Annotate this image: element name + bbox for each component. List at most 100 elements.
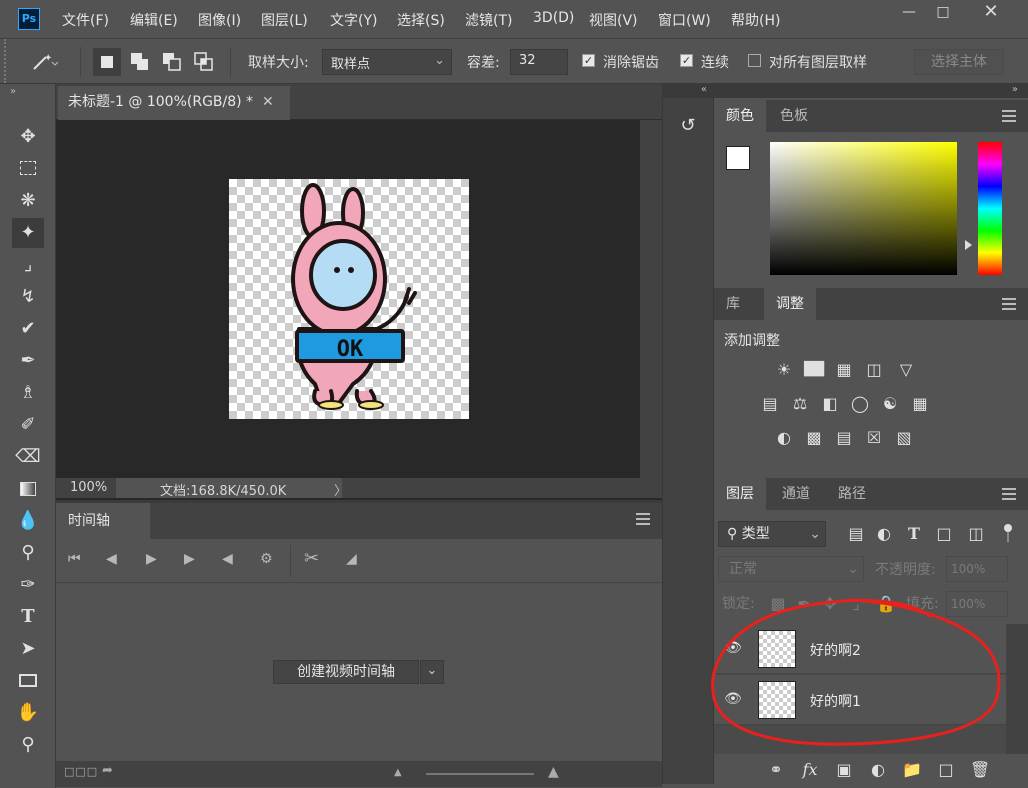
restore-icon[interactable]: □ xyxy=(926,0,960,26)
menu-view[interactable]: 视图(V) xyxy=(589,10,638,30)
curves-icon[interactable]: ▦ xyxy=(834,360,854,380)
vertical-scrollbar[interactable] xyxy=(640,120,662,478)
canvas[interactable]: OK xyxy=(229,179,469,419)
brush-tool-icon[interactable]: ✒ xyxy=(12,346,44,376)
settings-gear-icon[interactable]: ⚙ xyxy=(260,551,273,567)
tab-timeline[interactable]: 时间轴 xyxy=(56,503,150,539)
filter-adjustment-icon[interactable]: ◐ xyxy=(874,524,894,544)
filter-pixel-icon[interactable]: ▤ xyxy=(846,524,866,544)
zoom-slider[interactable] xyxy=(426,773,534,775)
document-tab[interactable]: 未标题-1 @ 100%(RGB/8) * ✕ xyxy=(58,86,290,120)
blend-mode-select[interactable]: 正常 ⌄ xyxy=(718,556,864,582)
vibrance-icon[interactable]: ▽ xyxy=(896,360,916,380)
scissors-icon[interactable]: ✂ xyxy=(304,548,319,569)
eraser-tool-icon[interactable]: ⌫ xyxy=(12,442,44,472)
tab-paths[interactable]: 路径 xyxy=(826,478,878,510)
add-mask-icon[interactable]: ▣ xyxy=(834,760,854,780)
tab-color[interactable]: 颜色 xyxy=(714,100,766,132)
tab-layers[interactable]: 图层 xyxy=(714,478,766,510)
all-layers-checkbox[interactable] xyxy=(748,54,761,67)
panel-menu-icon[interactable] xyxy=(1002,298,1016,310)
gradient-map-icon[interactable]: ▧ xyxy=(894,428,914,448)
new-selection-button[interactable] xyxy=(93,48,121,76)
menu-layer[interactable]: 图层(L) xyxy=(261,10,308,30)
collapse-icon[interactable]: « xyxy=(663,84,713,98)
invert-icon[interactable]: ◐ xyxy=(774,428,794,448)
magic-wand-tool-icon[interactable]: ✦ xyxy=(12,218,44,248)
first-frame-icon[interactable]: ⏮ xyxy=(68,551,81,567)
sample-size-select[interactable]: 取样点 ⌄ xyxy=(322,49,452,75)
new-adjustment-layer-icon[interactable]: ◐ xyxy=(868,760,888,780)
photo-filter-icon[interactable]: ◯ xyxy=(850,394,870,414)
pen-tool-icon[interactable]: ✑ xyxy=(12,570,44,600)
tab-channels[interactable]: 通道 xyxy=(770,478,822,510)
blur-tool-icon[interactable]: 💧 xyxy=(12,506,44,536)
fx-icon[interactable]: fx xyxy=(800,760,820,780)
link-layers-icon[interactable]: ⚭ xyxy=(766,760,786,780)
select-subject-button[interactable]: 选择主体 xyxy=(914,49,1004,75)
chevron-right-icon[interactable]: 〉 xyxy=(334,480,347,499)
history-brush-tool-icon[interactable]: ✐ xyxy=(12,410,44,440)
zoom-in-mountain-icon[interactable]: ▲ xyxy=(548,764,559,780)
menu-filter[interactable]: 滤镜(T) xyxy=(465,10,512,30)
color-field[interactable] xyxy=(770,142,957,275)
hand-tool-icon[interactable]: ✋ xyxy=(12,698,44,728)
menu-window[interactable]: 窗口(W) xyxy=(658,10,711,30)
menu-select[interactable]: 选择(S) xyxy=(397,10,445,30)
color-lookup-icon[interactable]: ▦ xyxy=(910,394,930,414)
marquee-tool-icon[interactable] xyxy=(12,154,44,184)
create-video-timeline-button[interactable]: 创建视频时间轴 xyxy=(273,660,419,684)
type-tool-icon[interactable]: T xyxy=(12,602,44,632)
color-balance-icon[interactable]: ⚖ xyxy=(790,394,810,414)
filter-type-icon[interactable]: T xyxy=(904,524,924,544)
minimize-icon[interactable]: — xyxy=(892,0,926,26)
threshold-icon[interactable]: ▤ xyxy=(834,428,854,448)
subtract-from-selection-icon[interactable] xyxy=(162,52,182,72)
menu-3d[interactable]: 3D(D) xyxy=(533,10,574,26)
play-icon[interactable]: ▶ xyxy=(146,551,157,567)
hue-slider[interactable] xyxy=(978,142,1002,275)
close-icon[interactable]: ✕ xyxy=(974,0,1008,26)
close-tab-icon[interactable]: ✕ xyxy=(262,86,274,118)
collapse-icon[interactable]: » xyxy=(714,84,1028,98)
menu-file[interactable]: 文件(F) xyxy=(62,10,109,30)
tab-libraries[interactable]: 库 xyxy=(714,288,752,320)
zoom-out-mountain-icon[interactable]: ▲ xyxy=(394,767,402,778)
next-frame-icon[interactable]: ▶ xyxy=(184,551,195,567)
path-selection-tool-icon[interactable]: ➤ xyxy=(12,634,44,664)
lasso-tool-icon[interactable]: ❋ xyxy=(12,186,44,216)
tolerance-input[interactable]: 32 xyxy=(510,49,568,75)
opacity-input[interactable]: 100% xyxy=(946,556,1008,582)
channel-mixer-icon[interactable]: ☯ xyxy=(880,394,900,414)
history-panel-icon[interactable]: ↺ xyxy=(669,108,707,144)
previous-frame-icon[interactable]: ◀ xyxy=(106,551,117,567)
menu-type[interactable]: 文字(Y) xyxy=(330,10,377,30)
menu-edit[interactable]: 编辑(E) xyxy=(130,10,178,30)
exposure-icon[interactable]: ◫ xyxy=(864,360,884,380)
antialias-checkbox[interactable]: ✓ xyxy=(582,54,595,67)
filter-shape-icon[interactable]: □ xyxy=(934,524,954,544)
foreground-color-swatch[interactable] xyxy=(726,146,750,170)
levels-icon[interactable]: ██ xyxy=(804,360,824,380)
healing-brush-tool-icon[interactable]: ✔ xyxy=(12,314,44,344)
gradient-tool-icon[interactable] xyxy=(12,474,44,504)
frame-animation-icon[interactable]: □□□ xyxy=(64,765,98,778)
new-layer-icon[interactable]: □ xyxy=(936,760,956,780)
panel-menu-icon[interactable] xyxy=(636,513,650,525)
intersect-selection-icon[interactable] xyxy=(194,52,214,72)
delete-layer-icon[interactable]: 🗑 xyxy=(970,760,990,780)
add-to-selection-icon[interactable] xyxy=(130,52,150,72)
clone-stamp-tool-icon[interactable]: ♗ xyxy=(12,378,44,408)
collapse-icon[interactable]: » xyxy=(10,86,16,97)
filter-toggle[interactable] xyxy=(1004,524,1012,544)
new-group-icon[interactable]: 📁 xyxy=(902,760,922,780)
convert-icon[interactable]: ➦ xyxy=(102,763,113,778)
eyedropper-tool-icon[interactable]: ↯ xyxy=(12,282,44,312)
hue-saturation-icon[interactable]: ▤ xyxy=(760,394,780,414)
dodge-tool-icon[interactable]: ⚲ xyxy=(12,538,44,568)
zoom-level[interactable]: 100% xyxy=(70,480,107,495)
tab-swatches[interactable]: 色板 xyxy=(768,100,820,132)
zoom-tool-icon[interactable]: ⚲ xyxy=(12,730,44,760)
contiguous-checkbox[interactable]: ✓ xyxy=(680,54,693,67)
move-tool-icon[interactable]: ✥ xyxy=(12,122,44,152)
